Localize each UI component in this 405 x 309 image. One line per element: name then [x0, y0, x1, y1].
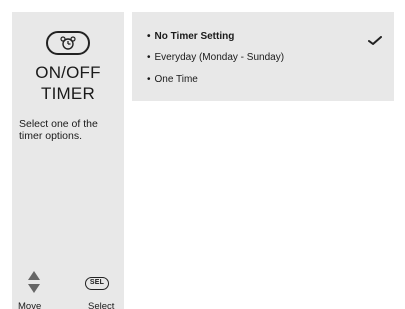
option-one-time[interactable]: • One Time [147, 74, 198, 86]
timer-settings-screen: ON/OFF TIMER Select one of the timer opt… [0, 0, 405, 309]
timer-options-list: • No Timer Setting • Everyday (Monday - Su… [132, 12, 394, 101]
option-label: Everyday (Monday - Sunday) [154, 52, 285, 63]
sidebar: ON/OFF TIMER Select one of the timer opt… [12, 12, 124, 309]
bullet: • [147, 74, 151, 85]
option-label: One Time [154, 74, 198, 85]
option-no-timer[interactable]: • No Timer Setting [147, 31, 234, 43]
timer-clock-icon [46, 31, 90, 55]
option-everyday[interactable]: • Everyday (Monday - Sunday) [147, 52, 284, 64]
page-title: ON/OFF TIMER [35, 63, 101, 103]
up-down-arrows-icon [27, 270, 41, 294]
bullet: • [147, 31, 151, 42]
option-label: No Timer Setting [154, 31, 235, 42]
checkmark-icon [368, 33, 382, 51]
select-label: Select [88, 301, 115, 309]
bullet: • [147, 52, 151, 63]
help-text: Select one of the timer options. [19, 118, 98, 142]
sel-button-icon: SEL [85, 277, 109, 290]
move-label: Move [18, 301, 42, 309]
